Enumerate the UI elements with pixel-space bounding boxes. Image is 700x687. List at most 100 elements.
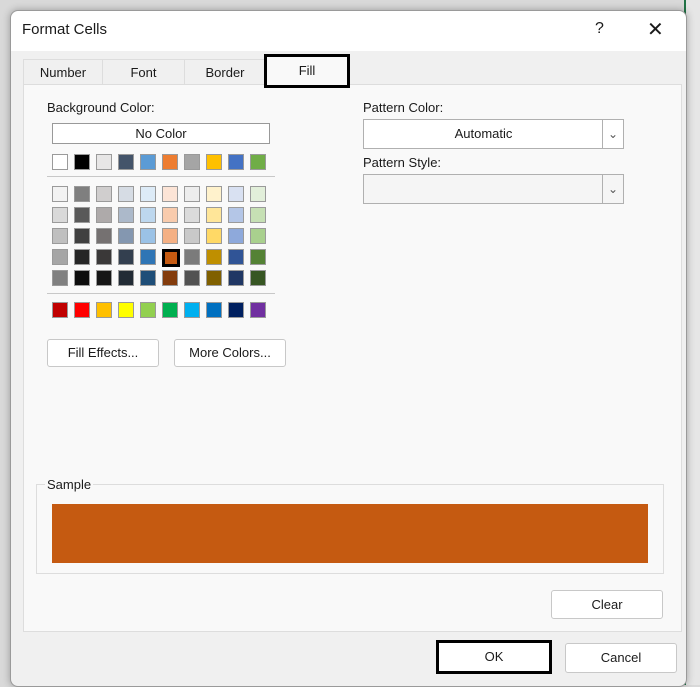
color-swatch[interactable]: [140, 207, 156, 223]
title-bar: Format Cells ? ✕: [11, 11, 686, 51]
palette-divider: [47, 176, 275, 177]
color-swatch[interactable]: [140, 302, 156, 318]
color-swatch[interactable]: [162, 186, 178, 202]
color-swatch[interactable]: [52, 154, 68, 170]
color-swatch[interactable]: [228, 154, 244, 170]
color-swatch[interactable]: [118, 186, 134, 202]
color-swatch[interactable]: [118, 302, 134, 318]
color-swatch[interactable]: [206, 249, 222, 265]
chevron-down-icon: ⌄: [602, 120, 623, 148]
color-swatch[interactable]: [118, 154, 134, 170]
color-swatch[interactable]: [74, 186, 90, 202]
palette-divider: [47, 293, 275, 294]
color-swatch[interactable]: [118, 228, 134, 244]
background-color-label: Background Color:: [47, 100, 155, 115]
cancel-button[interactable]: Cancel: [565, 643, 677, 673]
color-swatch[interactable]: [52, 207, 68, 223]
color-swatch[interactable]: [52, 228, 68, 244]
color-swatch[interactable]: [228, 228, 244, 244]
color-swatch[interactable]: [184, 228, 200, 244]
color-swatch[interactable]: [250, 186, 266, 202]
color-swatch[interactable]: [74, 207, 90, 223]
color-swatch[interactable]: [162, 249, 180, 267]
ok-button[interactable]: OK: [436, 640, 552, 674]
sample-group: Sample: [36, 477, 664, 574]
tab-number[interactable]: Number: [23, 59, 103, 86]
color-swatch[interactable]: [74, 154, 90, 170]
color-swatch[interactable]: [162, 228, 178, 244]
tab-border[interactable]: Border: [184, 59, 266, 86]
color-swatch[interactable]: [228, 186, 244, 202]
tab-fill[interactable]: Fill: [264, 54, 350, 88]
color-swatch[interactable]: [206, 207, 222, 223]
color-swatch[interactable]: [96, 228, 112, 244]
color-swatch[interactable]: [52, 186, 68, 202]
color-swatch[interactable]: [206, 154, 222, 170]
color-swatch[interactable]: [140, 154, 156, 170]
color-swatch[interactable]: [74, 302, 90, 318]
color-swatch[interactable]: [184, 249, 200, 265]
close-icon[interactable]: ✕: [647, 17, 664, 42]
color-swatch[interactable]: [96, 186, 112, 202]
color-swatch[interactable]: [118, 270, 134, 286]
color-swatch[interactable]: [162, 154, 178, 170]
help-icon[interactable]: ?: [595, 20, 604, 38]
color-swatch[interactable]: [184, 270, 200, 286]
no-color-button[interactable]: No Color: [52, 123, 270, 144]
more-colors-button[interactable]: More Colors...: [174, 339, 286, 367]
color-swatch[interactable]: [118, 249, 134, 265]
color-swatch[interactable]: [140, 249, 156, 265]
color-swatch[interactable]: [184, 154, 200, 170]
color-swatch[interactable]: [162, 207, 178, 223]
fill-tab-panel: Background Color: No Color Fill Effects.…: [23, 84, 682, 632]
chevron-down-icon: ⌄: [602, 175, 623, 203]
sample-label: Sample: [45, 477, 94, 492]
pattern-style-select[interactable]: ⌄: [363, 174, 624, 204]
color-swatch[interactable]: [74, 249, 90, 265]
pattern-color-label: Pattern Color:: [363, 100, 444, 115]
color-swatch[interactable]: [162, 302, 178, 318]
color-swatch[interactable]: [184, 207, 200, 223]
color-swatch[interactable]: [74, 270, 90, 286]
color-swatch[interactable]: [228, 249, 244, 265]
color-swatch[interactable]: [250, 207, 266, 223]
color-swatch[interactable]: [118, 207, 134, 223]
pattern-style-label: Pattern Style:: [363, 155, 442, 170]
color-swatch[interactable]: [96, 302, 112, 318]
color-swatch[interactable]: [228, 302, 244, 318]
color-swatch[interactable]: [140, 186, 156, 202]
color-swatch[interactable]: [206, 228, 222, 244]
clear-label: Clear: [591, 597, 623, 612]
color-swatch[interactable]: [250, 249, 266, 265]
color-swatch[interactable]: [96, 207, 112, 223]
pattern-color-select[interactable]: Automatic ⌄: [363, 119, 624, 149]
color-swatch[interactable]: [52, 249, 68, 265]
color-swatch[interactable]: [184, 186, 200, 202]
color-swatch[interactable]: [206, 302, 222, 318]
color-swatch[interactable]: [250, 228, 266, 244]
color-swatch[interactable]: [250, 302, 266, 318]
clear-button[interactable]: Clear: [551, 590, 663, 619]
color-swatch[interactable]: [206, 270, 222, 286]
color-swatch[interactable]: [250, 154, 266, 170]
color-swatch[interactable]: [184, 302, 200, 318]
color-swatch[interactable]: [206, 186, 222, 202]
color-swatch[interactable]: [96, 249, 112, 265]
color-swatch[interactable]: [140, 228, 156, 244]
tab-font[interactable]: Font: [102, 59, 185, 86]
fill-effects-button[interactable]: Fill Effects...: [47, 339, 159, 367]
color-swatch[interactable]: [140, 270, 156, 286]
color-swatch[interactable]: [250, 270, 266, 286]
color-swatch[interactable]: [96, 154, 112, 170]
color-swatch[interactable]: [228, 207, 244, 223]
pattern-color-value: Automatic: [454, 126, 513, 141]
format-cells-dialog: Format Cells ? ✕ Number Font Border Back…: [10, 10, 687, 687]
color-swatch[interactable]: [52, 270, 68, 286]
color-swatch[interactable]: [74, 228, 90, 244]
sample-preview: [52, 504, 648, 563]
color-swatch[interactable]: [96, 270, 112, 286]
color-swatch[interactable]: [162, 270, 178, 286]
dialog-title: Format Cells: [22, 21, 108, 38]
color-swatch[interactable]: [52, 302, 68, 318]
color-swatch[interactable]: [228, 270, 244, 286]
